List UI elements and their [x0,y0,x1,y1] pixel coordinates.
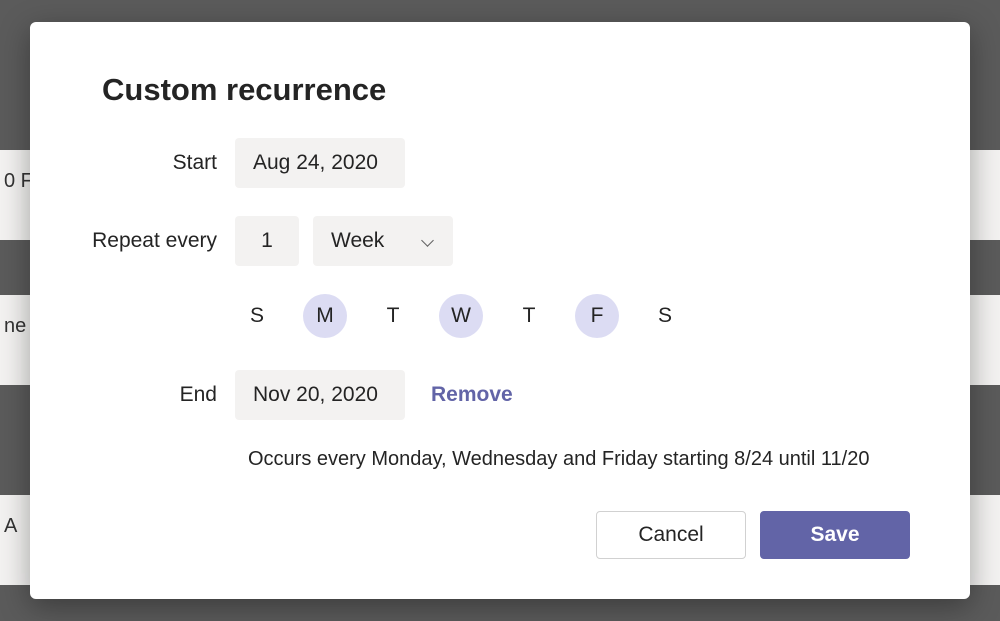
weekday-tue[interactable]: T [371,294,415,338]
repeat-unit-value: Week [331,229,384,253]
end-date-input[interactable] [253,383,387,407]
weekday-wed[interactable]: W [439,294,483,338]
weekday-fri[interactable]: F [575,294,619,338]
weekday-sat[interactable]: S [643,294,687,338]
repeat-label: Repeat every [90,229,235,253]
weekday-picker: S M T W T F S [235,294,910,338]
repeat-row: Repeat every 1 Week [90,216,910,266]
weekday-sun[interactable]: S [235,294,279,338]
start-label: Start [90,151,235,175]
dialog-title: Custom recurrence [102,72,910,108]
dialog-footer: Cancel Save [596,511,910,559]
end-label: End [90,383,235,407]
remove-end-link[interactable]: Remove [431,383,513,407]
repeat-interval-field[interactable]: 1 [235,216,299,266]
start-date-field[interactable]: Aug 24, 2020 [235,138,405,188]
recurrence-summary: Occurs every Monday, Wednesday and Frida… [248,448,910,471]
cancel-button[interactable]: Cancel [596,511,746,559]
chevron-down-icon [421,234,435,248]
custom-recurrence-dialog: Custom recurrence Start Aug 24, 2020 Rep… [30,22,970,599]
start-row: Start Aug 24, 2020 [90,138,910,188]
weekday-mon[interactable]: M [303,294,347,338]
repeat-interval-value: 1 [261,229,273,253]
repeat-unit-dropdown[interactable]: Week [313,216,453,266]
start-date-value: Aug 24, 2020 [253,151,378,175]
weekday-thu[interactable]: T [507,294,551,338]
end-row: End Remove [90,370,910,420]
end-date-field[interactable] [235,370,405,420]
save-button[interactable]: Save [760,511,910,559]
